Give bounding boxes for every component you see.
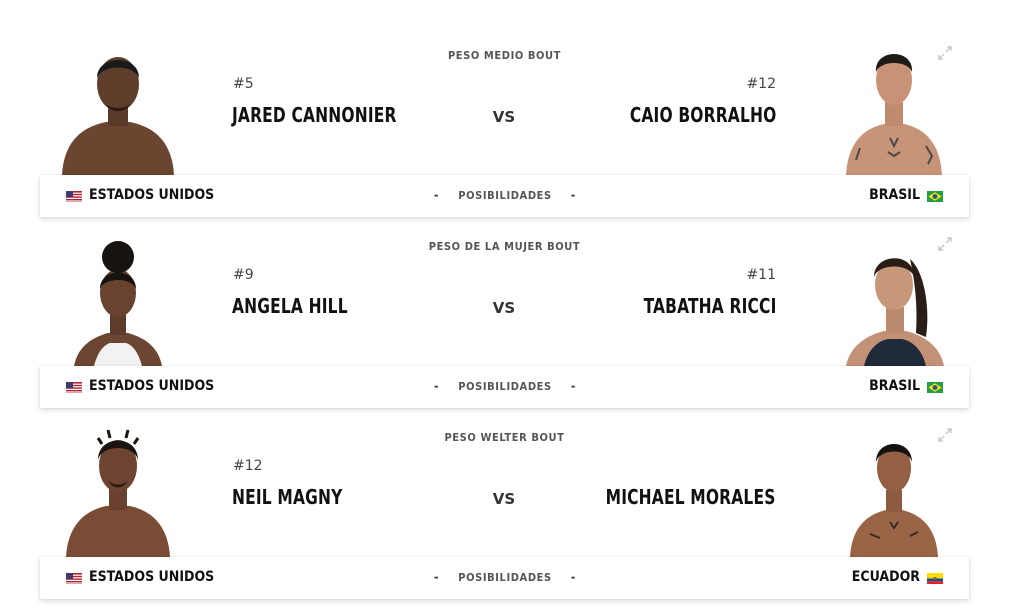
fighter-rank-blue: #12 [746, 76, 776, 92]
expand-arrows-icon[interactable] [937, 45, 953, 61]
flag-brazil-icon [927, 190, 943, 202]
fighter-name-red[interactable]: JARED CANNONIER [232, 103, 397, 127]
fight-card[interactable]: PESO DE LA MUJER BOUT #9 ANGELA HILL VS … [40, 233, 969, 422]
fighter-photo-red[interactable] [54, 42, 182, 175]
vs-label: VS [492, 108, 516, 126]
odds-label[interactable]: - POSIBILIDADES - [434, 379, 576, 393]
flag-usa-icon [66, 381, 82, 393]
country-name: ESTADOS UNIDOS [89, 187, 215, 203]
fighter-photo-red[interactable] [54, 233, 182, 366]
fighter-name-blue[interactable]: CAIO BORRALHO [629, 103, 776, 127]
odds-bar: ESTADOS UNIDOS - POSIBILIDADES - BRASIL [40, 366, 969, 408]
fighter-rank-red: #5 [233, 76, 254, 92]
vs-label: VS [492, 299, 516, 317]
country-blue: ECUADOR [852, 569, 943, 585]
country-name: ECUADOR [851, 569, 920, 585]
flag-brazil-icon [927, 381, 943, 393]
flag-usa-icon [66, 190, 82, 202]
country-red: ESTADOS UNIDOS [66, 187, 214, 203]
fighter-name-red[interactable]: NEIL MAGNY [232, 485, 342, 509]
fighter-name-red[interactable]: ANGELA HILL [232, 294, 348, 318]
country-red: ESTADOS UNIDOS [66, 378, 214, 394]
expand-arrows-icon[interactable] [937, 236, 953, 252]
odds-bar: ESTADOS UNIDOS - POSIBILIDADES - ECUADOR [40, 557, 969, 599]
flag-ecuador-icon [927, 572, 943, 584]
country-blue: BRASIL [869, 187, 943, 203]
odds-label[interactable]: - POSIBILIDADES - [434, 570, 576, 584]
odds-bar: ESTADOS UNIDOS - POSIBILIDADES - BRASIL [40, 175, 969, 217]
country-blue: BRASIL [869, 378, 943, 394]
fighter-rank-blue: #11 [746, 267, 776, 283]
expand-arrows-icon[interactable] [937, 427, 953, 443]
vs-label: VS [492, 490, 516, 508]
country-name: BRASIL [869, 378, 920, 394]
fighter-photo-blue[interactable] [830, 42, 958, 175]
fight-card[interactable]: PESO WELTER BOUT #12 NEIL MAGNY VS MICHA… [40, 424, 969, 613]
flag-usa-icon [66, 572, 82, 584]
fight-card[interactable]: PESO MEDIO BOUT #5 JARED CANNONIER VS #1… [40, 42, 969, 231]
fighter-photo-red[interactable] [54, 424, 182, 557]
fighter-photo-blue[interactable] [830, 233, 958, 366]
fighter-rank-red: #12 [233, 458, 263, 474]
fighter-name-blue[interactable]: MICHAEL MORALES [606, 485, 776, 509]
fighter-name-blue[interactable]: TABATHA RICCI [643, 294, 776, 318]
odds-label[interactable]: - POSIBILIDADES - [434, 188, 576, 202]
country-name: ESTADOS UNIDOS [89, 378, 215, 394]
fighter-photo-blue[interactable] [830, 424, 958, 557]
country-red: ESTADOS UNIDOS [66, 569, 214, 585]
country-name: ESTADOS UNIDOS [89, 569, 215, 585]
country-name: BRASIL [869, 187, 920, 203]
fighter-rank-red: #9 [233, 267, 254, 283]
